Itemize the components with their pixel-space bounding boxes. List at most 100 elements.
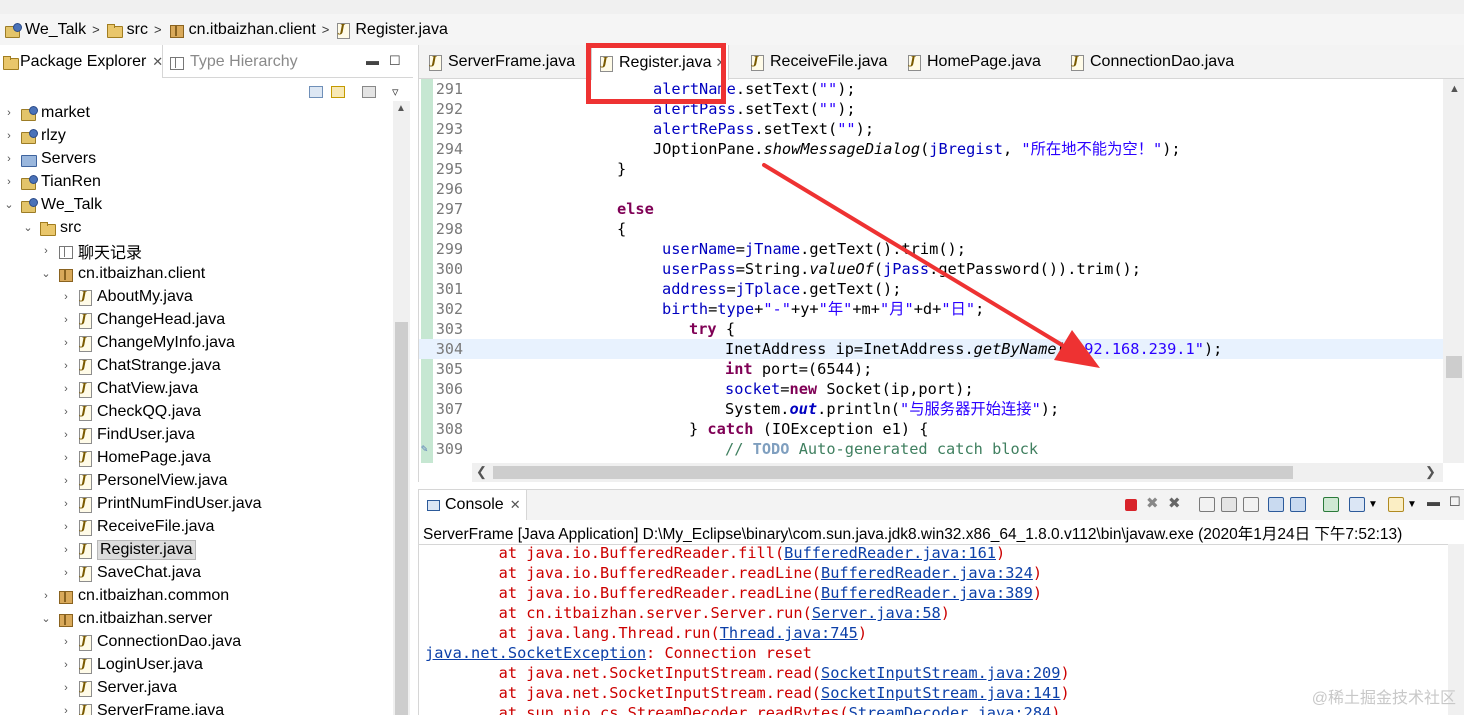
tree-item[interactable]: › HomePage.java [60,446,211,469]
code-line[interactable]: 302 birth=type+"-"+y+"年"+m+"月"+d+"日"; [419,299,1443,319]
chevron-down-icon[interactable]: ▼ [1368,499,1378,514]
console-source-link[interactable]: Server.java:58 [812,604,941,622]
scroll-lock-icon[interactable] [1221,497,1237,512]
editor-tab[interactable]: HomePage.java [900,45,1050,79]
console-source-link[interactable]: java.net.SocketException [425,644,646,662]
code-line[interactable]: 306 socket=new Socket(ip,port); [419,379,1443,399]
code-line[interactable]: 298 { [419,219,1443,239]
console-output[interactable]: at java.io.BufferedReader.fill(BufferedR… [419,544,1464,715]
show-on-stdout-icon[interactable] [1268,497,1284,512]
code-line[interactable]: 297 else [419,199,1443,219]
tree-item[interactable]: › ConnectionDao.java [60,630,241,653]
pin-console-icon[interactable] [1323,497,1339,512]
remove-all-icon[interactable]: ✖ [1168,494,1181,512]
console-source-link[interactable]: Thread.java:745 [720,624,858,642]
console-source-link[interactable]: SocketInputStream.java:141 [821,684,1060,702]
chevron-right-icon[interactable]: › [60,429,72,441]
chevron-down-icon[interactable]: ⌄ [40,612,52,625]
scroll-up-icon[interactable]: ▲ [1449,83,1460,95]
tree-item[interactable]: › PersonelView.java [60,469,227,492]
maximize-icon[interactable]: ☐ [1449,494,1461,510]
tree-item[interactable]: › Server.java [60,676,177,699]
tree-item[interactable]: ⌄ We_Talk [3,193,102,216]
close-icon[interactable]: ✕ [510,497,521,513]
chevron-right-icon[interactable]: › [60,521,72,533]
chevron-right-icon[interactable]: › [60,360,72,372]
code-line[interactable]: 305 int port=(6544); [419,359,1443,379]
console-source-link[interactable]: BufferedReader.java:324 [821,564,1033,582]
tree-item[interactable]: › FindUser.java [60,423,195,446]
chevron-right-icon[interactable]: › [60,659,72,671]
chevron-right-icon[interactable]: › [40,245,52,257]
console-source-link[interactable]: StreamDecoder.java:284 [849,704,1052,715]
chevron-right-icon[interactable]: › [3,153,15,165]
chevron-down-icon[interactable]: ⌄ [22,221,34,234]
chevron-right-icon[interactable]: › [60,314,72,326]
collapse-all-icon[interactable] [309,86,323,98]
tree-item[interactable]: › SaveChat.java [60,561,201,584]
chevron-right-icon[interactable]: › [40,590,52,602]
code-line[interactable]: 291 alertName.setText(""); [419,79,1443,99]
chevron-right-icon[interactable]: › [60,567,72,579]
tree-item[interactable]: › rlzy [3,124,66,147]
chevron-right-icon[interactable]: › [60,544,72,556]
tree-vertical-scrollbar[interactable]: ▲ [393,101,410,715]
clear-console-icon[interactable] [1199,497,1215,512]
maximize-icon[interactable]: ☐ [389,53,401,69]
tree-item[interactable]: › CheckQQ.java [60,400,201,423]
breadcrumb-item-file[interactable]: Register.java [335,21,448,39]
tree-item[interactable]: › ChangeHead.java [60,308,225,331]
code-line[interactable]: 295} [419,159,1443,179]
chevron-down-icon[interactable]: ⌄ [3,198,15,211]
tab-package-explorer[interactable]: Package Explorer ✕ [0,45,163,78]
chevron-down-icon[interactable]: ▼ [1407,499,1417,514]
tree-item[interactable]: › 聊天记录 [40,239,142,262]
close-icon[interactable]: ✕ [152,54,163,70]
scrollbar-thumb[interactable] [395,322,408,715]
code-line[interactable]: 301 address=jTplace.getText(); [419,279,1443,299]
breadcrumb-item-project[interactable]: We_Talk > [4,21,106,39]
chevron-right-icon[interactable]: › [60,383,72,395]
tree-item[interactable]: › cn.itbaizhan.common [40,584,229,607]
tree-item[interactable]: › ReceiveFile.java [60,515,214,538]
code-line[interactable]: 292 alertPass.setText(""); [419,99,1443,119]
code-line[interactable]: 309 // TODO Auto-generated catch block [419,439,1443,459]
tree-item[interactable]: › market [3,101,90,124]
tree-item[interactable]: › Servers [3,147,96,170]
focus-icon[interactable] [362,86,376,98]
chevron-right-icon[interactable]: › [60,475,72,487]
chevron-right-icon[interactable]: › [60,452,72,464]
word-wrap-icon[interactable] [1243,497,1259,512]
chevron-right-icon[interactable]: › [60,291,72,303]
view-menu-icon[interactable]: ▿ [392,84,399,100]
code-line[interactable]: 293 alertRePass.setText(""); [419,119,1443,139]
scrollbar-thumb[interactable] [493,466,1293,479]
open-console-icon[interactable] [1388,497,1404,512]
link-with-editor-icon[interactable] [331,86,345,98]
console-source-link[interactable]: SocketInputStream.java:209 [821,664,1060,682]
tree-item[interactable]: ⌄ cn.itbaizhan.server [40,607,212,630]
chevron-down-icon[interactable]: ⌄ [40,267,52,280]
display-console-icon[interactable] [1349,497,1365,512]
tree-item[interactable]: › AboutMy.java [60,285,193,308]
remove-launch-icon[interactable]: ✖ [1146,494,1159,512]
code-line[interactable]: 307 System.out.println("与服务器开始连接"); [419,399,1443,419]
chevron-right-icon[interactable]: › [3,176,15,188]
tab-type-hierarchy[interactable]: Type Hierarchy [164,45,364,78]
chevron-right-icon[interactable]: › [60,705,72,715]
console-source-link[interactable]: BufferedReader.java:389 [821,584,1033,602]
code-line[interactable]: 299 userName=jTname.getText().trim(); [419,239,1443,259]
breadcrumb-item-src[interactable]: src > [106,21,168,39]
show-on-stderr-icon[interactable] [1290,497,1306,512]
scroll-right-icon[interactable]: ❯ [1425,464,1436,480]
code-line[interactable]: 296 [419,179,1443,199]
chevron-right-icon[interactable]: › [3,130,15,142]
tree-item[interactable]: › ChangeMyInfo.java [60,331,235,354]
breadcrumb-item-package[interactable]: cn.itbaizhan.client > [168,21,336,39]
tree-item[interactable]: › LoginUser.java [60,653,203,676]
chevron-right-icon[interactable]: › [60,498,72,510]
editor-tab[interactable]: ConnectionDao.java [1063,45,1253,79]
scroll-up-icon[interactable]: ▲ [396,103,406,114]
chevron-right-icon[interactable]: › [3,107,15,119]
minimize-icon[interactable]: ▬ [1427,494,1440,509]
